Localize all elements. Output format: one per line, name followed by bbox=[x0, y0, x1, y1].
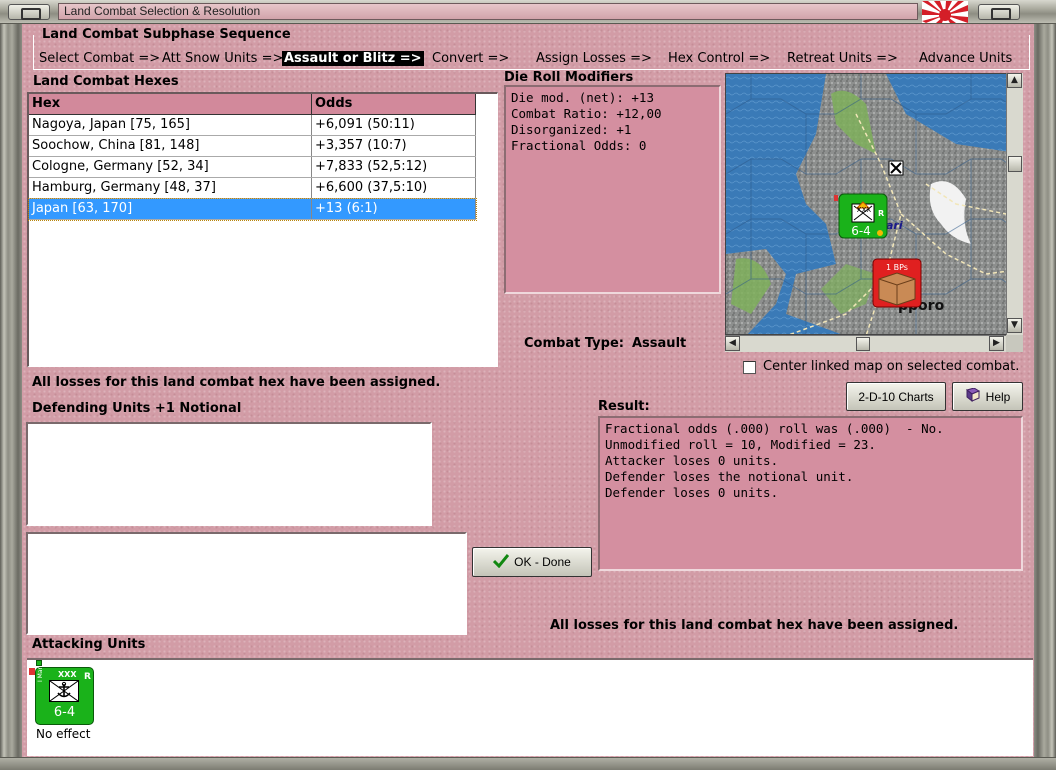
seq-advance-units: Advance Units bbox=[919, 51, 1013, 66]
modifier-line: Fractional Odds: 0 bbox=[511, 138, 647, 153]
result-panel: Fractional odds (.000) roll was (.000) -… bbox=[598, 416, 1023, 571]
table-row[interactable]: Cologne, Germany [52, 34] +7,833 (52,5:1… bbox=[29, 157, 476, 178]
column-header-hex[interactable]: Hex bbox=[29, 94, 312, 115]
ok-done-button[interactable]: OK - Done bbox=[472, 547, 592, 577]
scroll-left-icon[interactable]: ◀ bbox=[725, 336, 740, 351]
seq-att-snow-units: Att Snow Units => bbox=[162, 51, 284, 66]
result-line: Unmodified roll = 10, Modified = 23. bbox=[605, 437, 876, 452]
losses-status-top: All losses for this land combat hex have… bbox=[32, 375, 441, 390]
table-row-selected[interactable]: Japan [63, 170] +13 (6:1) bbox=[28, 198, 477, 221]
map-counter-size: XXX bbox=[857, 206, 872, 214]
map-counter-flag: R bbox=[878, 209, 884, 218]
hex-cell: Nagoya, Japan [75, 165] bbox=[29, 115, 312, 135]
die-roll-modifiers-title: Die Roll Modifiers bbox=[504, 70, 634, 85]
frame-left-edge bbox=[0, 24, 22, 758]
system-menu-icon[interactable] bbox=[8, 4, 50, 20]
hex-cell: Soochow, China [81, 148] bbox=[29, 136, 312, 156]
seq-assault-or-blitz: Assault or Blitz => bbox=[282, 51, 424, 66]
seq-hex-control: Hex Control => bbox=[668, 51, 771, 66]
map-counter-strength: 6-4 bbox=[851, 224, 871, 238]
scroll-down-icon[interactable]: ▼ bbox=[1007, 318, 1022, 333]
help-button-label: Help bbox=[985, 389, 1011, 404]
result-line: Fractional odds (.000) roll was (.000) -… bbox=[605, 421, 944, 436]
subphase-sequence-title: Land Combat Subphase Sequence bbox=[42, 27, 291, 42]
unit-strength: 6-4 bbox=[53, 705, 76, 720]
odds-cell: +6,091 (50:11) bbox=[312, 115, 476, 135]
help-button[interactable]: Help bbox=[952, 382, 1023, 411]
center-map-label[interactable]: Center linked map on selected combat. bbox=[763, 359, 1019, 374]
result-line: Defender loses 0 units. bbox=[605, 485, 779, 500]
map-vertical-scrollbar[interactable]: ▲ ▼ bbox=[1006, 73, 1023, 335]
seq-retreat-units: Retreat Units => bbox=[787, 51, 898, 66]
land-combat-hexes-table: Hex Odds Nagoya, Japan [75, 165] +6,091 … bbox=[27, 92, 498, 367]
hex-cell: Hamburg, Germany [48, 37] bbox=[29, 178, 312, 198]
map-bp-label: 1 BPs bbox=[886, 263, 908, 272]
unit-flag: R bbox=[84, 672, 91, 682]
unit-side-label: I Mar bbox=[37, 667, 44, 682]
scroll-corner bbox=[1006, 335, 1023, 352]
defending-units-list[interactable] bbox=[26, 422, 432, 526]
modifier-line: Disorganized: +1 bbox=[511, 122, 632, 137]
rising-sun-flag-icon bbox=[922, 1, 968, 23]
defending-units-title: Defending Units +1 Notional bbox=[32, 401, 242, 416]
land-combat-hexes-title: Land Combat Hexes bbox=[33, 74, 179, 89]
result-line: Defender loses the notional unit. bbox=[605, 469, 854, 484]
unit-marker bbox=[36, 660, 42, 666]
map-horizontal-scrollbar[interactable]: ◀ ▶ bbox=[725, 335, 1006, 352]
table-row[interactable]: Soochow, China [81, 148] +3,357 (10:7) bbox=[29, 136, 476, 157]
center-map-checkbox[interactable] bbox=[743, 361, 756, 374]
table-row[interactable]: Nagoya, Japan [75, 165] +6,091 (50:11) bbox=[29, 115, 476, 136]
scroll-thumb[interactable] bbox=[856, 337, 870, 351]
charts-button-label: 2-D-10 Charts bbox=[858, 389, 934, 404]
scroll-thumb[interactable] bbox=[1008, 156, 1022, 172]
unit-size: XXX bbox=[58, 670, 77, 679]
seq-assign-losses: Assign Losses => bbox=[536, 51, 652, 66]
notional-units-list[interactable] bbox=[26, 532, 467, 635]
map-place-label: ari bbox=[886, 219, 903, 232]
column-header-odds[interactable]: Odds bbox=[312, 94, 476, 115]
odds-cell: +6,600 (37,5:10) bbox=[312, 178, 476, 198]
hex-cell: Cologne, Germany [52, 34] bbox=[29, 157, 312, 177]
unit-status: No effect bbox=[36, 727, 91, 741]
hex-cell: Japan [63, 170] bbox=[29, 199, 312, 219]
modifier-line: Die mod. (net): +13 bbox=[511, 90, 654, 105]
window-title: Land Combat Selection & Resolution bbox=[64, 4, 261, 18]
maximize-button[interactable] bbox=[978, 4, 1020, 20]
combat-type-label: Combat Type: bbox=[524, 336, 624, 351]
attacking-units-title: Attacking Units bbox=[32, 637, 146, 652]
frame-right-edge bbox=[1034, 24, 1056, 758]
seq-select-combat: Select Combat => bbox=[39, 51, 161, 66]
odds-cell: +7,833 (52,5:12) bbox=[312, 157, 476, 177]
checkmark-icon bbox=[493, 553, 510, 571]
result-line: Attacker loses 0 units. bbox=[605, 453, 779, 468]
attacking-units-list bbox=[27, 658, 1033, 756]
scroll-right-icon[interactable]: ▶ bbox=[989, 336, 1004, 351]
die-roll-modifiers-panel: Die mod. (net): +13 Combat Ratio: +12,00… bbox=[504, 85, 721, 294]
charts-button[interactable]: 2-D-10 Charts bbox=[846, 382, 946, 411]
linked-map-view[interactable]: ari pporo XXX R 6-4 1 BPs bbox=[725, 73, 1023, 335]
modifier-line: Combat Ratio: +12,00 bbox=[511, 106, 662, 121]
ok-done-label: OK - Done bbox=[514, 555, 571, 569]
seq-convert: Convert => bbox=[432, 51, 510, 66]
map-terrain: ari pporo XXX R 6-4 1 BPs bbox=[726, 74, 1022, 334]
odds-cell: +3,357 (10:7) bbox=[312, 136, 476, 156]
odds-cell: +13 (6:1) bbox=[312, 199, 476, 219]
scroll-up-icon[interactable]: ▲ bbox=[1007, 73, 1022, 88]
attacking-unit-counter[interactable]: I Mar XXX R 6-4 bbox=[29, 660, 99, 730]
help-book-icon bbox=[965, 387, 981, 405]
losses-status-bottom: All losses for this land combat hex have… bbox=[550, 618, 959, 633]
marine-anchor-icon bbox=[49, 680, 79, 702]
frame-bottom-edge bbox=[0, 757, 1056, 770]
result-title: Result: bbox=[598, 399, 650, 414]
unit-counter-body: I Mar XXX R 6-4 bbox=[35, 667, 94, 725]
combat-type-value: Assault bbox=[632, 336, 687, 351]
table-row[interactable]: Hamburg, Germany [48, 37] +6,600 (37,5:1… bbox=[29, 178, 476, 199]
